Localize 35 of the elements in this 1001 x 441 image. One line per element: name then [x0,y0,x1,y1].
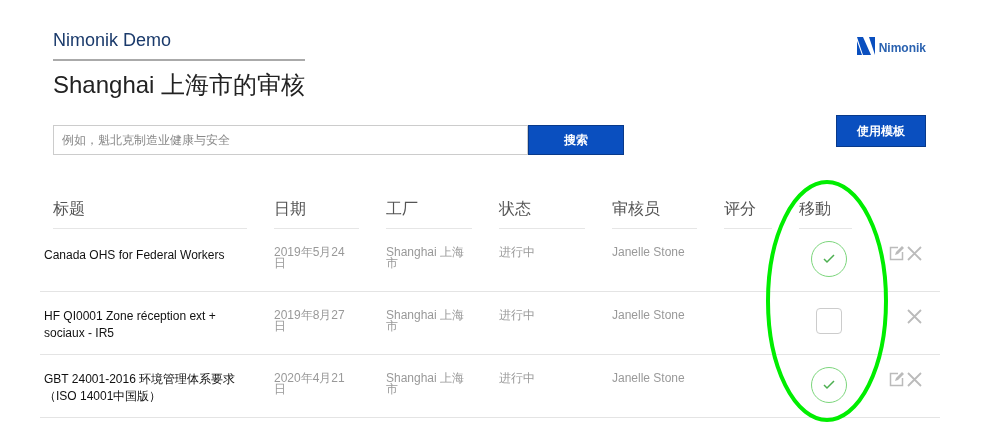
logo-icon [856,37,875,55]
date-cell-text: 2020年4月21日 [274,370,346,395]
column-header: 审核员 [612,195,697,229]
column-header: 标题 [53,195,247,229]
auditor-cell-text: Janelle Stone [612,307,686,321]
mobile-checkbox[interactable] [816,308,842,334]
page-title: Shanghai 上海市的审核 [53,70,306,100]
title-cell-text: Canada OHS for Federal Workers [43,247,226,264]
use-template-button[interactable]: 使用模板 [836,115,926,147]
search-button[interactable]: 搜索 [528,125,624,155]
close-icon[interactable] [907,246,922,261]
edit-icon[interactable] [889,246,904,261]
close-icon[interactable] [907,309,922,324]
date-cell-text: 2019年8月27日 [274,307,346,332]
auditor-cell-text: Janelle Stone [612,244,686,258]
search-field[interactable]: 例如，魁北克制造业健康与安全 [53,125,528,155]
organization-name: Nimonik Demo [53,30,305,61]
edit-icon[interactable] [889,372,904,387]
title-cell-text: HF QI0001 Zone réception ext + sociaux - IR5 [43,308,217,342]
status-cell-text: 进行中 [499,244,536,258]
column-header: 日期 [274,195,359,229]
factory-cell-text: Shanghai 上海市 [386,307,466,332]
factory-cell-text: Shanghai 上海市 [386,370,466,395]
status-cell-text: 进行中 [499,307,536,321]
auditor-cell-text: Janelle Stone [612,370,686,384]
status-cell-text: 进行中 [499,370,536,384]
close-icon[interactable] [907,372,922,387]
title-cell-text: GBT 24001-2016 环境管理体系要求（ISO 14001中国版） [43,371,237,405]
date-cell-text: 2019年5月24日 [274,244,346,269]
column-header: 评分 [724,195,772,229]
factory-cell-text: Shanghai 上海市 [386,244,466,269]
column-header: 状态 [499,195,585,229]
logo-text: Nimonik [878,41,926,55]
column-header: 工厂 [386,195,472,229]
column-header: 移動 [799,195,852,229]
